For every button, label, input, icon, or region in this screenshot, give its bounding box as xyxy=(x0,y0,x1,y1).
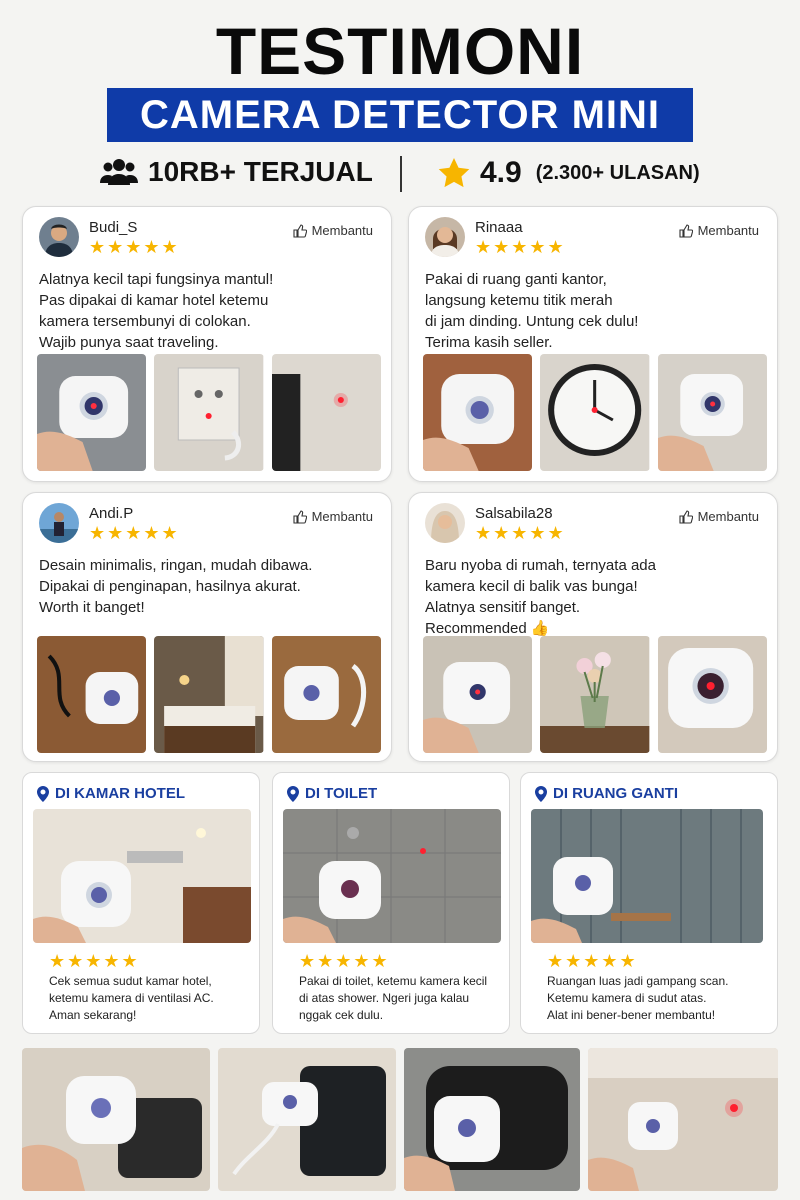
sold-stat: 10RB+ TERJUAL xyxy=(100,156,373,188)
reviewer-name: Andi.P xyxy=(89,505,134,522)
star-rating: ★★★★★ xyxy=(89,523,180,543)
review-photo[interactable] xyxy=(271,636,381,753)
reviewer-name: Salsabila28 xyxy=(475,505,553,522)
location-photo[interactable] xyxy=(283,809,501,943)
star-rating: ★★★★★ xyxy=(89,237,180,257)
testimonial-page: TESTIMONI CAMERA DETECTOR MINI 10RB+ TER… xyxy=(0,0,800,1200)
thumbs-up-icon xyxy=(293,509,307,524)
review-photo[interactable] xyxy=(540,636,650,753)
review-photos xyxy=(423,354,767,471)
review-photo[interactable] xyxy=(154,636,264,753)
helpful-label: Membantu xyxy=(697,509,759,524)
stats-divider xyxy=(400,156,402,192)
rating-value: 4.9 xyxy=(480,156,522,189)
star-rating: ★★★★★ xyxy=(475,237,566,257)
sold-count: 10RB+ TERJUAL xyxy=(148,156,373,187)
location-text: Ruangan luas jadi gampang scan. Ketemu k… xyxy=(547,974,729,1022)
location-photo[interactable] xyxy=(33,809,251,943)
star-icon xyxy=(438,158,470,188)
location-card-toilet: DI TOILET ★★★★★ Pakai di toilet, ketemu … xyxy=(272,772,510,1034)
helpful-label: Membantu xyxy=(311,509,373,524)
gallery-photo[interactable] xyxy=(588,1048,778,1191)
review-photo[interactable] xyxy=(657,636,767,753)
product-banner: CAMERA DETECTOR MINI xyxy=(107,88,693,142)
review-text: Baru nyoba di rumah, ternyata ada kamera… xyxy=(425,557,656,637)
review-text: Pakai di ruang ganti kantor, langsung ke… xyxy=(425,271,639,351)
review-text: Desain minimalis, ringan, mudah dibawa. … xyxy=(39,557,313,616)
review-photo[interactable] xyxy=(271,354,381,471)
location-text: Cek semua sudut kamar hotel, ketemu kame… xyxy=(49,974,214,1022)
star-rating: ★★★★★ xyxy=(299,951,390,971)
stats-bar: 10RB+ TERJUAL 4.9 (2.300+ ULASAN) xyxy=(0,152,800,196)
review-card: Salsabila28 ★★★★★ Membantu Baru nyoba di… xyxy=(408,492,778,762)
location-photo[interactable] xyxy=(531,809,763,943)
location-card-ruang-ganti: DI RUANG GANTI ★★★★★ Ruangan luas jadi g… xyxy=(520,772,778,1034)
avatar xyxy=(425,217,465,257)
review-photos xyxy=(37,354,381,471)
location-title: DI KAMAR HOTEL xyxy=(37,785,185,802)
gallery-photo[interactable] xyxy=(22,1048,210,1191)
users-icon xyxy=(100,159,138,185)
location-pin-icon xyxy=(37,785,49,802)
thumbs-up-icon xyxy=(679,509,693,524)
review-photo[interactable] xyxy=(154,354,264,471)
review-count: (2.300+ ULASAN) xyxy=(535,161,700,184)
avatar xyxy=(425,503,465,543)
helpful-button[interactable]: Membantu xyxy=(293,509,373,524)
location-title: DI TOILET xyxy=(287,785,377,802)
review-photos xyxy=(423,636,767,753)
review-photo[interactable] xyxy=(423,636,533,753)
location-text: Pakai di toilet, ketemu kamera kecil di … xyxy=(299,974,488,1022)
review-text: Alatnya kecil tapi fungsinya mantul! Pas… xyxy=(39,271,274,351)
review-photo[interactable] xyxy=(540,354,650,471)
helpful-button[interactable]: Membantu xyxy=(679,509,759,524)
location-title-text: DI RUANG GANTI xyxy=(553,785,678,802)
location-title: DI RUANG GANTI xyxy=(535,785,678,802)
gallery-photo[interactable] xyxy=(218,1048,396,1191)
star-rating: ★★★★★ xyxy=(547,951,638,971)
avatar xyxy=(39,503,79,543)
rating-stat: 4.9 (2.300+ ULASAN) xyxy=(438,156,700,190)
helpful-button[interactable]: Membantu xyxy=(293,223,373,238)
location-title-text: DI TOILET xyxy=(305,785,378,802)
review-photo[interactable] xyxy=(657,354,767,471)
review-photo[interactable] xyxy=(37,354,147,471)
reviewer-name: Budi_S xyxy=(89,219,138,236)
star-rating: ★★★★★ xyxy=(49,951,140,971)
star-rating: ★★★★★ xyxy=(475,523,566,543)
thumbs-up-icon xyxy=(293,223,307,238)
review-card: Rinaaa ★★★★★ Membantu Pakai di ruang gan… xyxy=(408,206,778,482)
thumbs-up-icon xyxy=(679,223,693,238)
gallery-photo[interactable] xyxy=(404,1048,580,1191)
helpful-label: Membantu xyxy=(311,223,373,238)
avatar xyxy=(39,217,79,257)
location-pin-icon xyxy=(535,785,547,802)
page-title: TESTIMONI xyxy=(215,14,585,88)
location-pin-icon xyxy=(287,785,299,802)
review-card: Andi.P ★★★★★ Membantu Desain minimalis, … xyxy=(22,492,392,762)
location-title-text: DI KAMAR HOTEL xyxy=(55,785,185,802)
reviewer-name: Rinaaa xyxy=(475,219,523,236)
review-photos xyxy=(37,636,381,753)
helpful-label: Membantu xyxy=(697,223,759,238)
review-photo[interactable] xyxy=(37,636,147,753)
review-photo[interactable] xyxy=(423,354,533,471)
review-card: Budi_S ★★★★★ Membantu Alatnya kecil tapi… xyxy=(22,206,392,482)
location-card-hotel: DI KAMAR HOTEL ★★★★★ Cek semua sudut kam… xyxy=(22,772,260,1034)
helpful-button[interactable]: Membantu xyxy=(679,223,759,238)
